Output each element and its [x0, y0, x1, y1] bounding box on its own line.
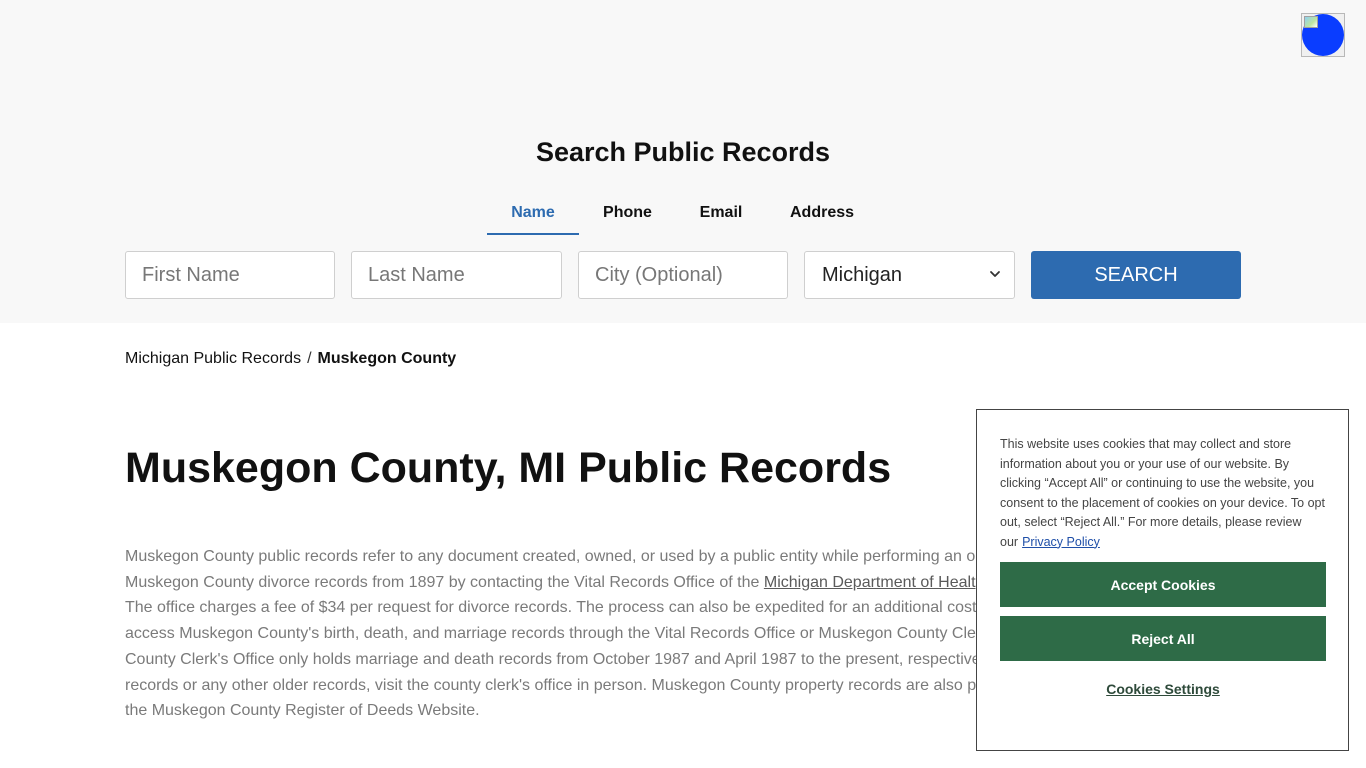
- paragraph-text: Muskegon County divorce records from 189…: [125, 573, 764, 591]
- breadcrumb-separator: /: [307, 350, 312, 367]
- michigan-health-department-link[interactable]: Michigan Department of Healt: [764, 574, 976, 591]
- search-button[interactable]: SEARCH: [1031, 251, 1241, 299]
- chevron-down-icon: [990, 271, 1000, 277]
- state-select[interactable]: Michigan: [804, 251, 1015, 299]
- state-select-value: Michigan: [822, 264, 903, 286]
- avatar[interactable]: [1301, 13, 1345, 57]
- accept-cookies-button[interactable]: Accept Cookies: [1000, 562, 1326, 607]
- search-section: Search Public Records Name Phone Email A…: [0, 0, 1366, 323]
- cookie-consent-dialog: This website uses cookies that may colle…: [976, 409, 1349, 751]
- breadcrumb-current: Muskegon County: [317, 350, 457, 367]
- tab-name[interactable]: Name: [487, 196, 579, 235]
- tab-email[interactable]: Email: [690, 196, 752, 235]
- cookie-message-text: This website uses cookies that may colle…: [1000, 437, 1325, 549]
- first-name-input[interactable]: [125, 251, 335, 299]
- breadcrumb-parent-link[interactable]: Michigan Public Records: [125, 350, 301, 367]
- city-input[interactable]: [578, 251, 788, 299]
- cookie-message: This website uses cookies that may colle…: [1000, 435, 1330, 552]
- reject-all-button[interactable]: Reject All: [1000, 616, 1326, 661]
- breadcrumb: Michigan Public Records / Muskegon County: [125, 350, 456, 368]
- broken-image-icon: [1304, 16, 1318, 28]
- search-title: Search Public Records: [535, 137, 831, 167]
- page-title: Muskegon County, MI Public Records: [125, 444, 892, 492]
- last-name-input[interactable]: [351, 251, 562, 299]
- privacy-policy-link[interactable]: Privacy Policy: [1022, 535, 1100, 549]
- tab-phone[interactable]: Phone: [595, 196, 660, 235]
- tab-address[interactable]: Address: [782, 196, 862, 235]
- cookies-settings-link[interactable]: Cookies Settings: [1000, 681, 1326, 697]
- search-tabs: Name Phone Email Address: [0, 196, 1366, 236]
